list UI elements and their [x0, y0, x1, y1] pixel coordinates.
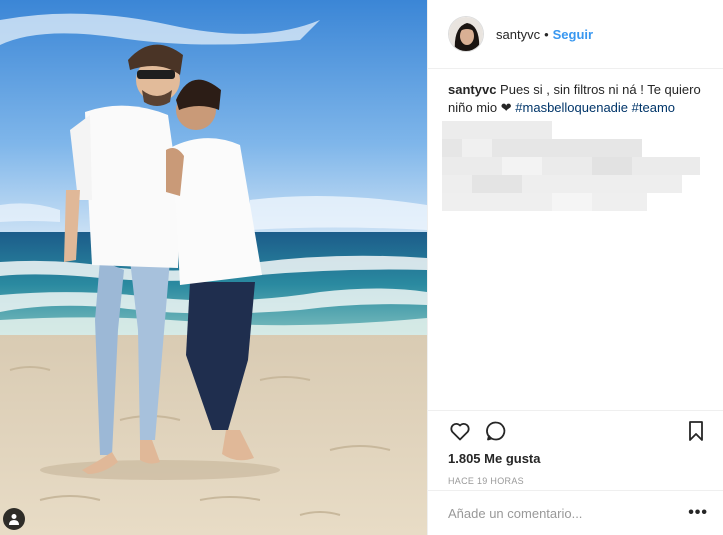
caption: santyvc Pues si , sin filtros ni ná ! Te…: [428, 69, 723, 117]
pixelated-comments: [442, 121, 700, 213]
hashtag-link[interactable]: #masbelloquenadie: [515, 100, 628, 115]
separator-dot: •: [544, 26, 549, 42]
tagged-user-icon[interactable]: [3, 508, 25, 530]
caption-username[interactable]: santyvc: [448, 82, 496, 97]
comment-box: Añade un comentario... •••: [428, 490, 723, 535]
likes-count[interactable]: 1.805 Me gusta: [448, 451, 708, 466]
comment-icon[interactable]: [484, 419, 508, 443]
actions-area: 1.805 Me gusta HACE 19 HORAS: [428, 410, 723, 486]
more-options-button[interactable]: •••: [688, 504, 708, 522]
hashtag-link[interactable]: #teamo: [632, 100, 675, 115]
beach-photo: [0, 0, 427, 535]
instagram-post: santyvc • Seguir santyvc Pues si , sin f…: [0, 0, 723, 535]
comment-input[interactable]: Añade un comentario...: [448, 506, 688, 521]
header-username[interactable]: santyvc: [496, 27, 540, 42]
heart-icon[interactable]: [448, 419, 472, 443]
avatar[interactable]: [448, 16, 484, 52]
bookmark-icon[interactable]: [684, 419, 708, 443]
post-photo[interactable]: [0, 0, 427, 535]
action-bar: [448, 411, 708, 451]
post-header: santyvc • Seguir: [428, 0, 723, 69]
post-sidebar: santyvc • Seguir santyvc Pues si , sin f…: [427, 0, 723, 535]
follow-button[interactable]: Seguir: [553, 27, 593, 42]
post-timestamp[interactable]: HACE 19 HORAS: [448, 476, 708, 486]
